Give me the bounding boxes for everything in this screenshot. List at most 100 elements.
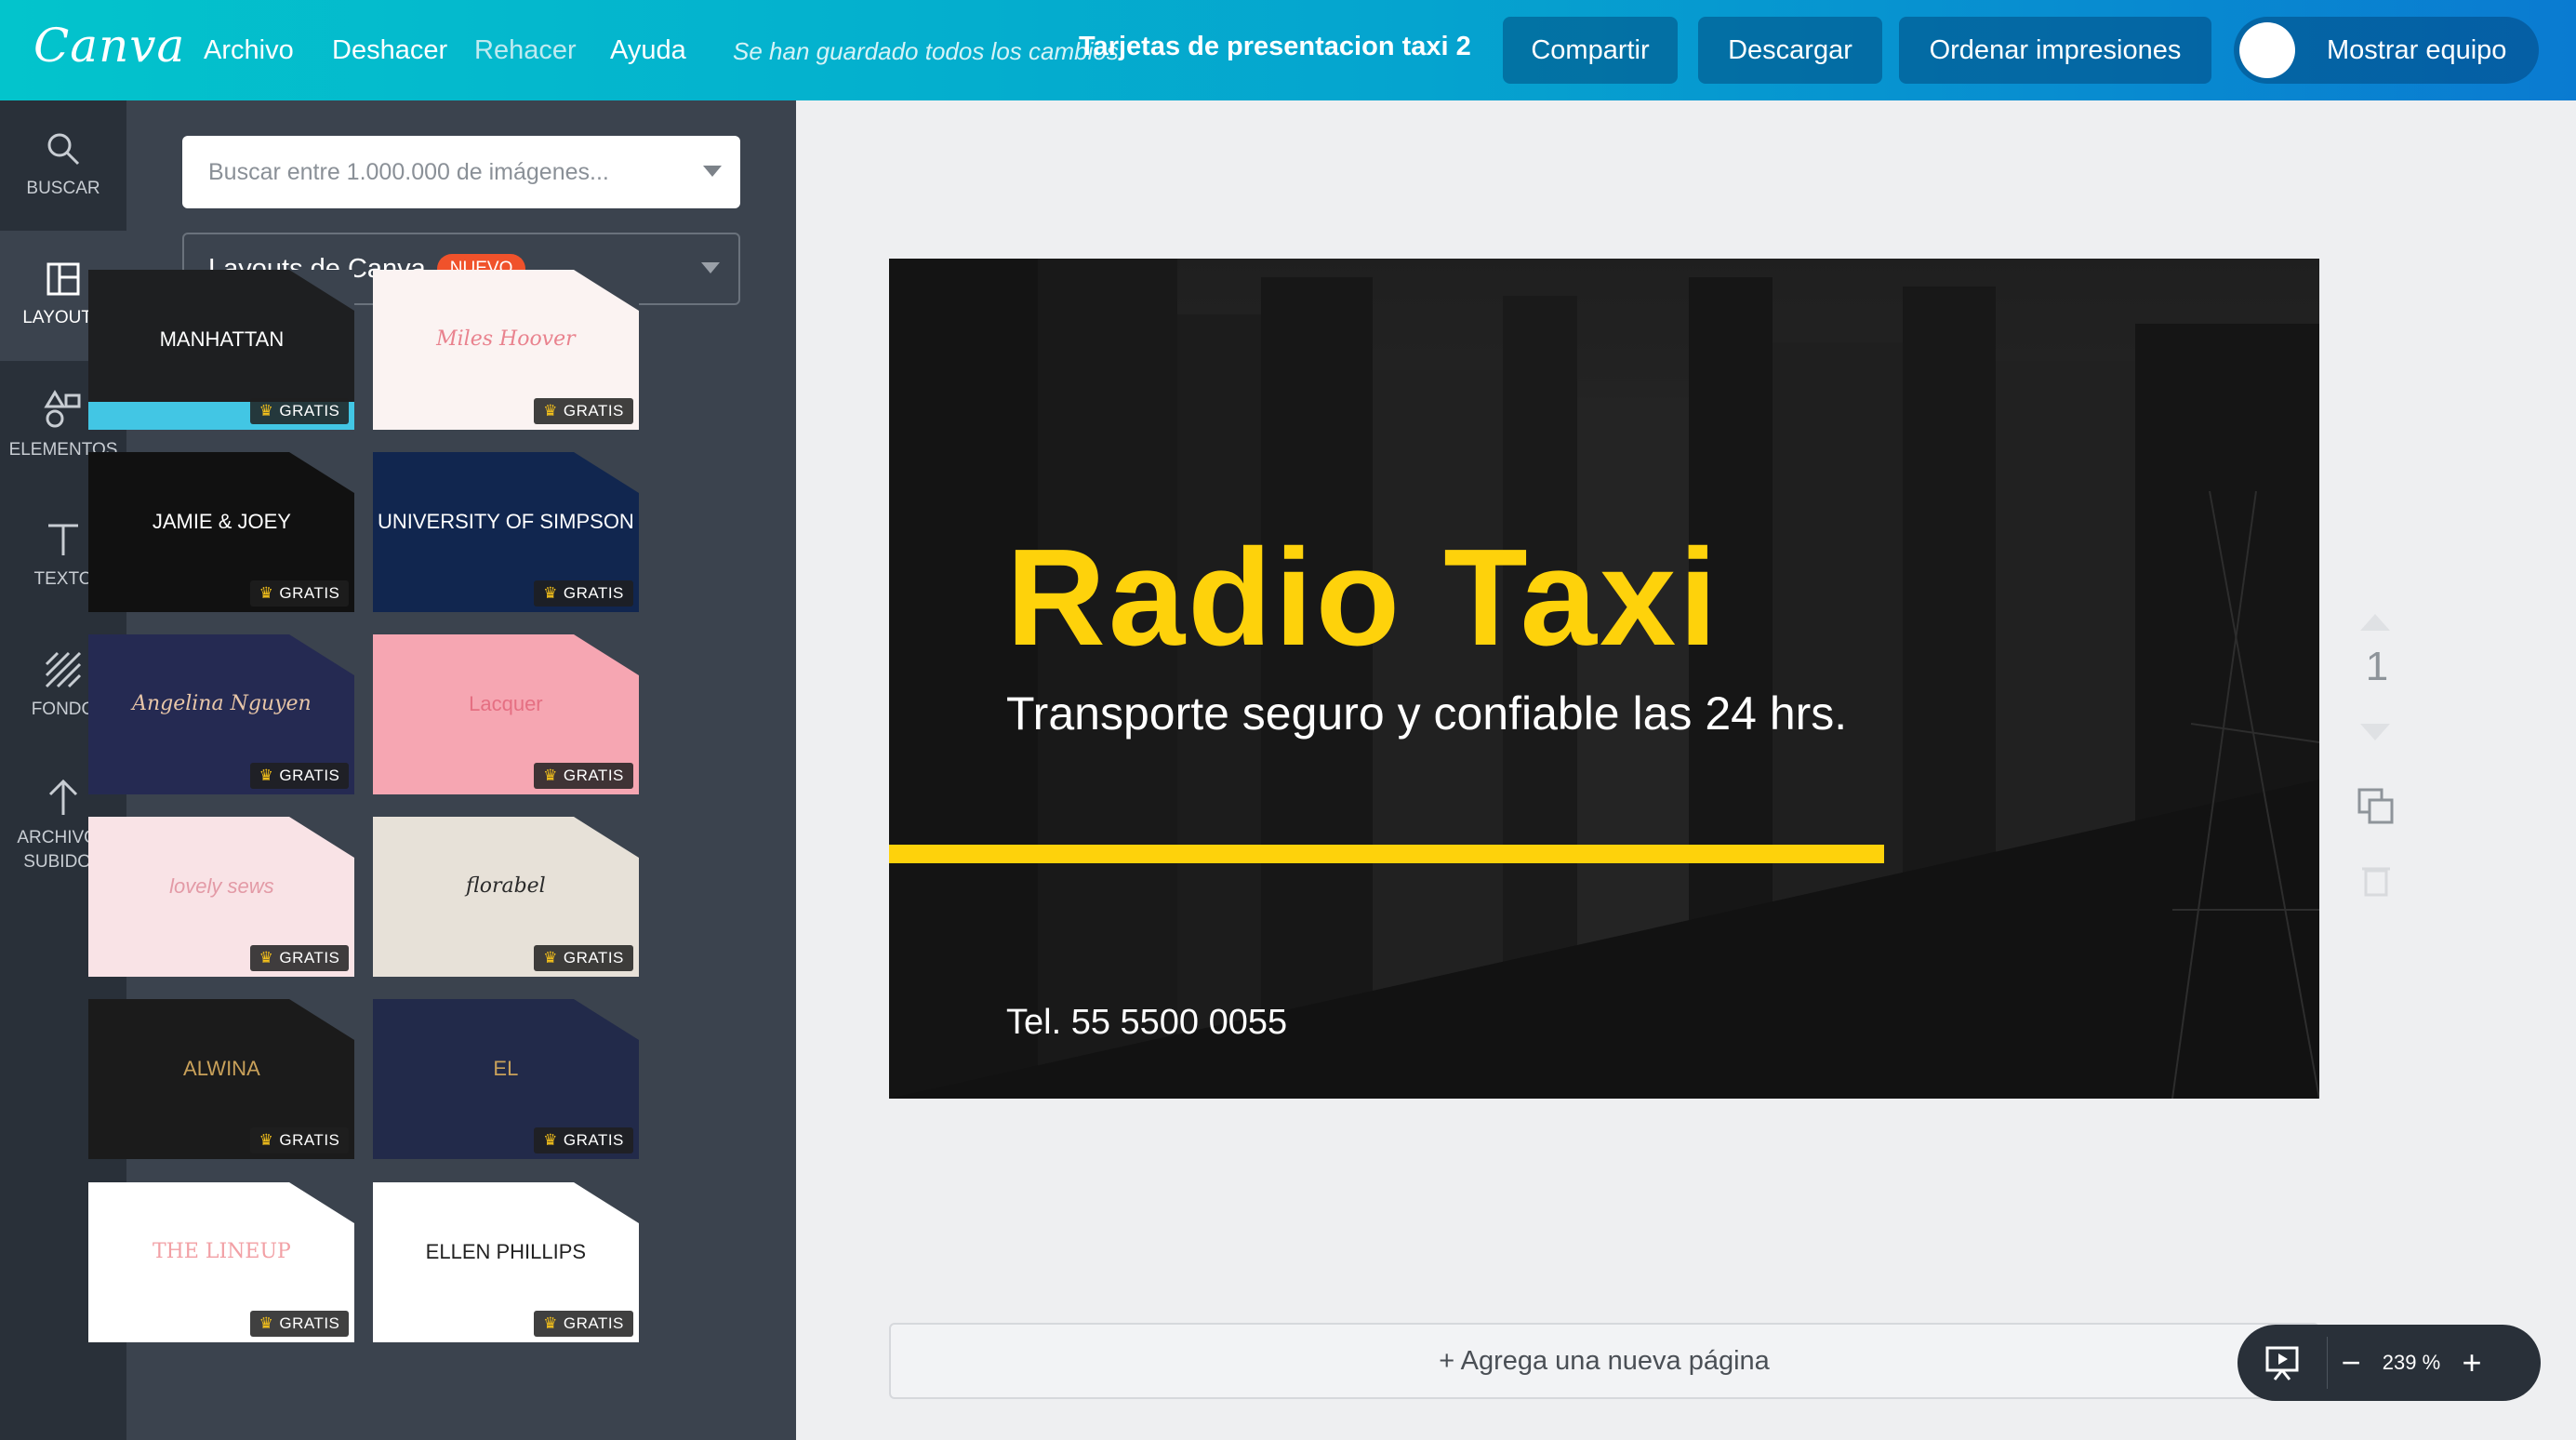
template-name: Miles Hoover [436, 327, 576, 351]
template-thumbnail[interactable]: MANHATTAN ♛ GRATIS [88, 269, 355, 430]
page-curl [573, 633, 639, 675]
crown-icon: ♛ [259, 1130, 274, 1149]
template-thumbnail[interactable]: JAMIE & JOEY ♛ GRATIS [88, 451, 355, 612]
canva-logo[interactable]: Canva [33, 19, 185, 73]
template-name: EL [493, 1056, 519, 1080]
elements-icon [44, 390, 81, 428]
template-thumbnail[interactable]: ALWINA ♛ GRATIS [88, 998, 355, 1159]
share-button[interactable]: Compartir [1503, 17, 1678, 84]
page-curl [573, 816, 639, 858]
page-curl [289, 816, 355, 858]
free-badge-label: GRATIS [563, 401, 624, 420]
text-icon [48, 524, 78, 555]
page-curl [573, 451, 639, 493]
present-icon [2265, 1346, 2299, 1380]
card-title[interactable]: Radio Taxi [1006, 528, 1720, 668]
zoom-in-button[interactable]: + [2449, 1343, 2495, 1382]
template-thumbnail[interactable]: Lacquer ♛ GRATIS [372, 633, 639, 794]
free-badge-label: GRATIS [563, 1130, 624, 1149]
template-thumbnail[interactable]: Angelina Nguyen ♛ GRATIS [88, 633, 355, 794]
free-badge: ♛ GRATIS [249, 397, 350, 424]
free-badge-label: GRATIS [563, 948, 624, 967]
template-thumbnail[interactable]: ELLEN PHILLIPS ♛ GRATIS [372, 1182, 639, 1343]
template-thumbnail[interactable]: florabel ♛ GRATIS [372, 816, 639, 977]
delete-page-icon[interactable] [2362, 863, 2390, 897]
free-badge: ♛ GRATIS [249, 580, 350, 607]
show-team-label: Mostrar equipo [2327, 34, 2507, 65]
card-phone[interactable]: Tel. 55 5500 0055 [1006, 1003, 1287, 1043]
chevron-down-icon [701, 262, 720, 273]
template-name: Angelina Nguyen [132, 691, 312, 715]
crown-icon: ♛ [259, 948, 274, 967]
template-name: UNIVERSITY OF SIMPSON [377, 509, 634, 533]
free-badge-label: GRATIS [563, 583, 624, 602]
rail-item-buscar[interactable]: BUSCAR [0, 100, 126, 231]
layouts-icon [46, 262, 80, 296]
download-button[interactable]: Descargar [1698, 17, 1882, 84]
crown-icon: ♛ [543, 1130, 558, 1149]
chevron-down-icon[interactable] [703, 166, 722, 177]
free-badge-label: GRATIS [563, 766, 624, 784]
crown-icon: ♛ [543, 583, 558, 602]
card-subtitle[interactable]: Transporte seguro y confiable las 24 hrs… [1006, 687, 1847, 740]
free-badge: ♛ GRATIS [249, 944, 350, 971]
present-button[interactable] [2237, 1337, 2328, 1389]
crown-icon: ♛ [259, 766, 274, 784]
background-icon [45, 651, 82, 688]
search-input[interactable] [206, 157, 675, 187]
free-badge: ♛ GRATIS [249, 1127, 350, 1153]
page-curl [289, 633, 355, 675]
zoom-controls: − 239 % + [2237, 1325, 2541, 1401]
page-curl [573, 269, 639, 311]
image-search[interactable] [182, 136, 740, 208]
free-badge-label: GRATIS [563, 1314, 624, 1333]
move-page-up-icon[interactable] [2360, 614, 2390, 631]
page-curl [573, 1182, 639, 1224]
duplicate-page-icon[interactable] [2357, 787, 2396, 826]
free-badge-label: GRATIS [279, 1130, 340, 1149]
free-badge: ♛ GRATIS [534, 397, 633, 424]
accent-bar[interactable] [889, 845, 1884, 863]
page-curl [289, 269, 355, 311]
rail-label: BUSCAR [26, 179, 100, 198]
upload-icon [48, 779, 78, 815]
menu-deshacer[interactable]: Deshacer [332, 35, 447, 66]
city-background-image[interactable] [889, 259, 2319, 1099]
template-name: ALWINA [183, 1056, 260, 1080]
template-name: ELLEN PHILLIPS [425, 1240, 587, 1264]
zoom-out-button[interactable]: − [2328, 1343, 2374, 1382]
template-thumbnail[interactable]: Miles Hoover ♛ GRATIS [372, 269, 639, 430]
add-page-button[interactable]: + Agrega una nueva página [889, 1323, 2319, 1399]
free-badge-label: GRATIS [279, 948, 340, 967]
document-title[interactable]: Tarjetas de presentacion taxi 2 [1079, 32, 1471, 62]
template-thumbnail[interactable]: UNIVERSITY OF SIMPSON ♛ GRATIS [372, 451, 639, 612]
free-badge: ♛ GRATIS [534, 1127, 633, 1153]
free-badge: ♛ GRATIS [534, 1311, 633, 1338]
layouts-panel: Layouts de Canva NUEVO MANHATTAN♛GRATISM… [88, 100, 796, 1440]
design-canvas[interactable]: Radio Taxi Transporte seguro y confiable… [889, 259, 2319, 1099]
template-name: lovely sews [169, 873, 274, 898]
free-badge: ♛ GRATIS [249, 1311, 350, 1338]
page-number: 1 [2365, 644, 2389, 689]
rail-label: TEXTO [33, 569, 93, 589]
avatar [2239, 22, 2295, 78]
page-curl [573, 998, 639, 1040]
menu-ayuda[interactable]: Ayuda [610, 35, 686, 66]
free-badge: ♛ GRATIS [249, 762, 350, 789]
template-thumbnail[interactable]: lovely sews ♛ GRATIS [88, 816, 355, 977]
saved-status: Se han guardado todos los cambios [733, 37, 1119, 65]
move-page-down-icon[interactable] [2360, 724, 2390, 740]
zoom-level[interactable]: 239 % [2374, 1351, 2449, 1375]
order-prints-button[interactable]: Ordenar impresiones [1899, 17, 2211, 84]
show-team-button[interactable]: Mostrar equipo [2234, 17, 2539, 84]
menu-rehacer[interactable]: Rehacer [474, 35, 577, 66]
free-badge-label: GRATIS [279, 766, 340, 784]
free-badge-label: GRATIS [279, 401, 340, 420]
template-name: florabel [466, 873, 546, 898]
template-thumbnail[interactable]: EL ♛ GRATIS [372, 998, 639, 1159]
template-thumbnail[interactable]: THE LINEUP ♛ GRATIS [88, 1182, 355, 1343]
top-bar: Canva Archivo Deshacer Rehacer Ayuda Se … [0, 0, 2576, 100]
template-name: THE LINEUP [152, 1240, 291, 1264]
menu-archivo[interactable]: Archivo [204, 35, 294, 66]
free-badge: ♛ GRATIS [534, 580, 633, 607]
